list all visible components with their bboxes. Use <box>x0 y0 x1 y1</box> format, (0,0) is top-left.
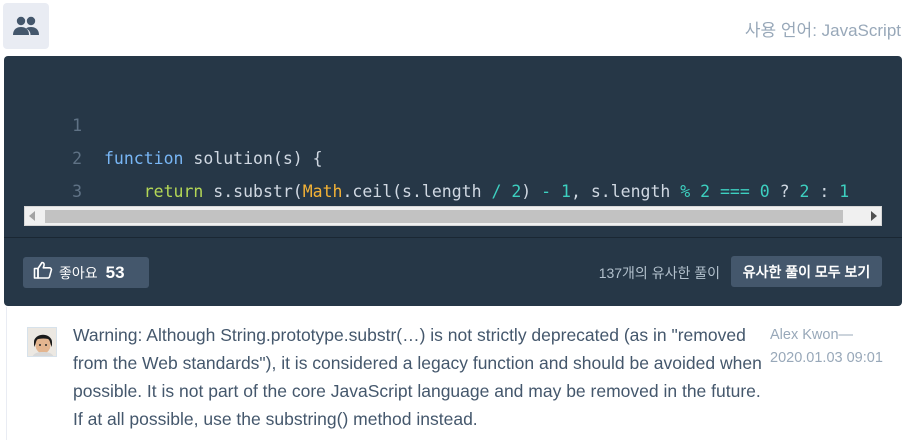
like-button[interactable]: 좋아요 53 <box>23 257 149 288</box>
code-line: 1 function solution(s) { <box>4 76 323 168</box>
comment: Warning: Although String.prototype.subst… <box>0 307 917 440</box>
line-number: 3 <box>72 182 82 201</box>
divider <box>4 237 902 238</box>
comment-meta: Alex Kwon—2020.01.03 09:01 <box>770 327 883 366</box>
horizontal-scrollbar[interactable] <box>24 206 882 226</box>
scroll-right-arrow-icon[interactable] <box>871 211 877 221</box>
line-number: 2 <box>72 149 82 168</box>
view-all-similar-button[interactable]: 유사한 풀이 모두 보기 <box>731 256 882 287</box>
comment-author[interactable]: Alex Kwon <box>770 327 839 343</box>
code-editor: 1 function solution(s) { 2 return s.subs… <box>4 76 902 208</box>
comment-timestamp: 2020.01.03 09:01 <box>770 349 883 366</box>
code-line: 4 <box>4 175 64 208</box>
solution-header: 사용 언어: JavaScript <box>0 0 917 56</box>
code-text: function solution(s) { <box>104 149 323 168</box>
avatar[interactable] <box>27 327 57 357</box>
code-text: return s.substr(Math.ceil(s.length / 2) … <box>143 182 850 201</box>
similar-solutions-count: 137개의 유사한 풀이 <box>598 265 720 281</box>
like-label: 좋아요 <box>59 264 98 281</box>
comment-border <box>6 307 7 440</box>
like-count: 53 <box>105 262 125 282</box>
line-number: 1 <box>72 116 82 135</box>
code-line: 2 return s.substr(Math.ceil(s.length / 2… <box>4 109 849 201</box>
language-label: 사용 언어: JavaScript <box>744 21 901 40</box>
comment-text: Warning: Although String.prototype.subst… <box>73 325 762 429</box>
people-icon[interactable] <box>3 3 49 49</box>
thumbs-up-icon <box>33 261 53 284</box>
scrollbar-thumb[interactable] <box>45 210 843 223</box>
scroll-left-arrow-icon[interactable] <box>29 211 35 221</box>
solution-panel: 1 function solution(s) { 2 return s.subs… <box>4 56 902 306</box>
code-line: 3 } <box>4 142 82 201</box>
